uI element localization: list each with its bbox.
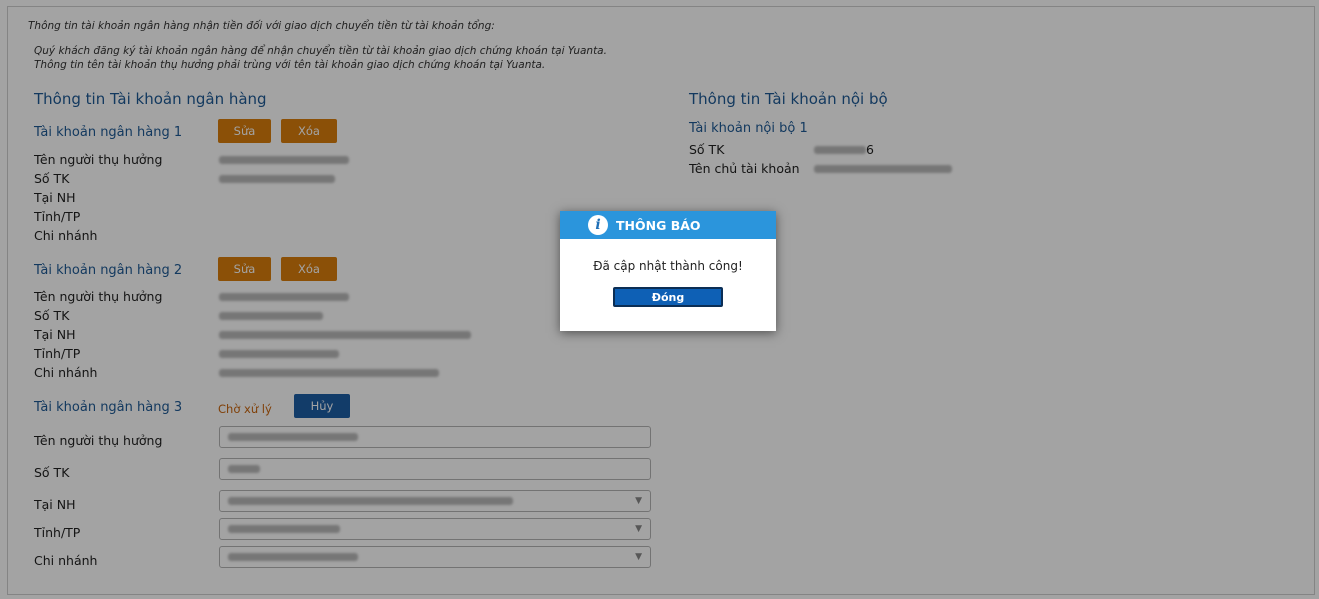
dialog-title: THÔNG BÁO (616, 217, 701, 233)
notification-dialog: i THÔNG BÁO Đã cập nhật thành công! Đóng (560, 211, 776, 331)
close-dialog-button[interactable]: Đóng (613, 287, 723, 307)
info-icon: i (588, 215, 608, 235)
dialog-message: Đã cập nhật thành công! (593, 259, 743, 273)
dialog-header: i THÔNG BÁO (560, 211, 776, 239)
